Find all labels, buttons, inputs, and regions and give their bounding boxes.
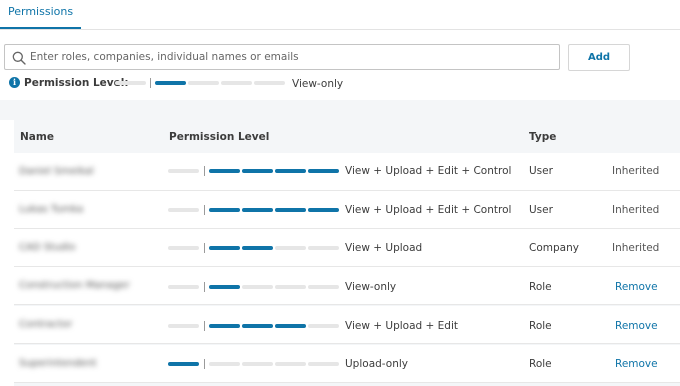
level-segment-2[interactable] <box>242 324 273 328</box>
level-segment-2[interactable] <box>242 246 273 250</box>
level-segment-1[interactable] <box>209 324 240 328</box>
permission-level-label: Permission Level: <box>24 77 129 89</box>
search-icon <box>12 51 26 65</box>
level-segment-2[interactable] <box>242 362 273 366</box>
upload-segment[interactable] <box>115 81 146 85</box>
level-segment-4[interactable] <box>308 208 339 212</box>
member-name: Construction Manager <box>19 280 130 291</box>
upload-segment[interactable] <box>168 362 199 366</box>
remove-link[interactable]: Remove <box>615 357 658 371</box>
permission-level-bar[interactable] <box>168 205 341 215</box>
permission-level-bar[interactable] <box>168 359 341 369</box>
remove-link[interactable]: Remove <box>615 280 658 294</box>
level-divider <box>204 166 205 176</box>
permission-text: View-only <box>345 281 397 293</box>
permission-level-selector[interactable] <box>115 78 287 88</box>
table-row: Construction Manager View-only Role Remo… <box>14 267 680 305</box>
remove-link[interactable]: Remove <box>615 319 658 333</box>
permission-level-bar[interactable] <box>168 282 341 292</box>
column-header-name[interactable]: Name <box>20 130 54 144</box>
level-divider <box>204 359 205 369</box>
member-name: CAD Studio <box>19 242 76 253</box>
level-segment-1[interactable] <box>209 285 240 289</box>
permission-text: View + Upload <box>345 242 423 254</box>
type-text: Company <box>529 242 579 254</box>
member-name: Superintendent <box>19 358 97 369</box>
permission-text: View + Upload + Edit + Control <box>345 204 512 216</box>
table-row: Daniel Smeikal View + Upload + Edit + Co… <box>14 153 680 191</box>
permission-text: Upload-only <box>345 358 408 370</box>
upload-segment[interactable] <box>168 285 199 289</box>
level-divider <box>204 321 205 331</box>
type-text: User <box>529 204 553 216</box>
upload-segment[interactable] <box>168 246 199 250</box>
level-divider <box>204 282 205 292</box>
tab-permissions[interactable]: Permissions <box>0 0 82 29</box>
upload-segment[interactable] <box>168 324 199 328</box>
level-segment-3[interactable] <box>275 169 306 173</box>
upload-segment[interactable] <box>168 208 199 212</box>
member-name: Daniel Smeikal <box>19 166 94 177</box>
level-segment-1[interactable] <box>209 169 240 173</box>
level-segment-3[interactable] <box>275 208 306 212</box>
tab-bar: Permissions <box>0 0 680 30</box>
search-box[interactable] <box>4 44 560 70</box>
table-row: Contractor View + Upload + Edit Role Rem… <box>14 306 680 344</box>
column-header-permission[interactable]: Permission Level <box>169 130 269 144</box>
level-segment-1[interactable] <box>155 81 186 85</box>
inherited-label: Inherited <box>612 165 660 177</box>
level-segment-1[interactable] <box>209 208 240 212</box>
permission-level-bar[interactable] <box>168 243 341 253</box>
level-segment-2[interactable] <box>188 81 219 85</box>
table-top-band <box>0 100 680 120</box>
member-name: Contractor <box>19 319 73 330</box>
level-segment-1[interactable] <box>209 362 240 366</box>
level-segment-4[interactable] <box>308 362 339 366</box>
level-divider <box>150 78 151 88</box>
level-segment-2[interactable] <box>242 208 273 212</box>
search-input[interactable] <box>30 45 550 69</box>
level-segment-4[interactable] <box>308 169 339 173</box>
type-text: User <box>529 165 553 177</box>
upload-segment[interactable] <box>168 169 199 173</box>
type-text: Role <box>529 358 552 370</box>
level-segment-4[interactable] <box>308 324 339 328</box>
type-text: Role <box>529 320 552 332</box>
inherited-label: Inherited <box>612 204 660 216</box>
add-button[interactable]: Add <box>568 44 630 71</box>
permission-text: View + Upload + Edit <box>345 320 458 332</box>
level-segment-1[interactable] <box>209 246 240 250</box>
inherited-label: Inherited <box>612 242 660 254</box>
level-segment-3[interactable] <box>275 362 306 366</box>
level-divider <box>204 243 205 253</box>
level-divider <box>204 205 205 215</box>
info-icon: i <box>9 77 20 88</box>
table-header <box>14 120 680 155</box>
permission-level-bar[interactable] <box>168 321 341 331</box>
table-row: Superintendent Upload-only Role Remove <box>14 345 680 383</box>
member-name: Lukas Tumka <box>19 204 84 215</box>
table-row: Lukas Tumka View + Upload + Edit + Contr… <box>14 191 680 229</box>
level-segment-4[interactable] <box>308 246 339 250</box>
level-segment-3[interactable] <box>275 324 306 328</box>
level-segment-3[interactable] <box>221 81 252 85</box>
column-header-type[interactable]: Type <box>529 130 556 144</box>
permission-level-bar[interactable] <box>168 166 341 176</box>
permission-level-value: View-only <box>292 78 344 90</box>
table-row: CAD Studio View + Upload Company Inherit… <box>14 229 680 267</box>
level-segment-4[interactable] <box>254 81 285 85</box>
permission-text: View + Upload + Edit + Control <box>345 165 512 177</box>
level-segment-2[interactable] <box>242 169 273 173</box>
level-segment-3[interactable] <box>275 246 306 250</box>
level-segment-4[interactable] <box>308 285 339 289</box>
level-segment-3[interactable] <box>275 285 306 289</box>
level-segment-2[interactable] <box>242 285 273 289</box>
type-text: Role <box>529 281 552 293</box>
